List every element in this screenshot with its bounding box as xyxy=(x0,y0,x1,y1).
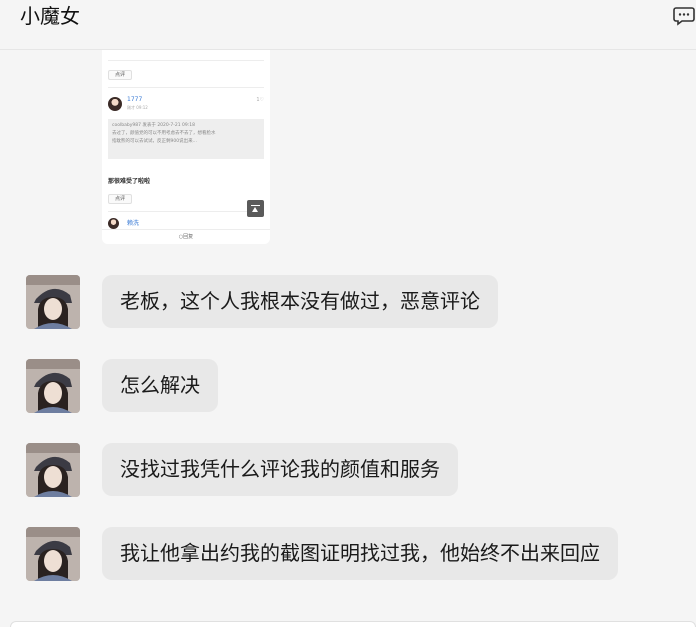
screenshot-next-name: 赖洗 xyxy=(127,220,140,227)
screenshot-chip: 点评 xyxy=(108,194,133,204)
sender-avatar[interactable] xyxy=(26,527,80,581)
message-bubble[interactable]: 没找过我凭什么评论我的颜值和服务 xyxy=(102,443,458,496)
chat-more-icon[interactable] xyxy=(672,3,696,27)
message-bubble[interactable]: 怎么解决 xyxy=(102,359,218,412)
screenshot-commenter-name: 1777 xyxy=(127,96,143,103)
screenshot-commenter-time: 刚才 09:12 xyxy=(127,105,148,110)
chat-header: 小魔女 xyxy=(0,0,696,50)
message-bubble[interactable]: 老板，这个人我根本没有做过，恶意评论 xyxy=(102,275,498,328)
screenshot-quote: coolbaby987 发表于 2020-7-21 09:18 去过了，颜值党的… xyxy=(108,119,264,159)
screenshot-quote-line: coolbaby987 发表于 2020-7-21 09:18 xyxy=(112,123,196,128)
screenshot-next-avatar xyxy=(108,218,119,229)
screenshot-commenter-avatar xyxy=(108,97,122,111)
scroll-to-top-icon xyxy=(247,200,264,217)
shared-screenshot-image[interactable]: 点评 1777 刚才 09:12 1♡ coolbaby987 发表于 2020… xyxy=(102,50,270,244)
screenshot-quote-line: 去过了，颜值党的可以不用考虑去不去了，想看脸水 xyxy=(112,131,216,136)
divider xyxy=(108,60,264,61)
screenshot-like-count: 1♡ xyxy=(256,97,264,103)
screenshot-quote-line: 指耽熊的可以去试试，反正剩900说出来... xyxy=(112,139,197,144)
chat-window: 小魔女 点评 1777 刚才 09:12 1♡ coolbaby987 发表于 … xyxy=(0,0,696,627)
sender-avatar[interactable] xyxy=(26,359,80,413)
message-bubble[interactable]: 我让他拿出约我的截图证明找过我，他始终不出来回应 xyxy=(102,527,618,580)
screenshot-chip: 点评 xyxy=(108,70,133,80)
sender-avatar[interactable] xyxy=(26,443,80,497)
message-input[interactable] xyxy=(10,621,696,627)
screenshot-post-text: 那很难受了啦啦 xyxy=(108,178,151,185)
chat-title: 小魔女 xyxy=(20,4,80,28)
divider xyxy=(108,211,264,212)
screenshot-reply-bar: ○回复 xyxy=(102,229,270,244)
sender-avatar[interactable] xyxy=(26,275,80,329)
divider xyxy=(108,87,264,88)
screenshot-reply-label: 回复 xyxy=(183,234,194,240)
